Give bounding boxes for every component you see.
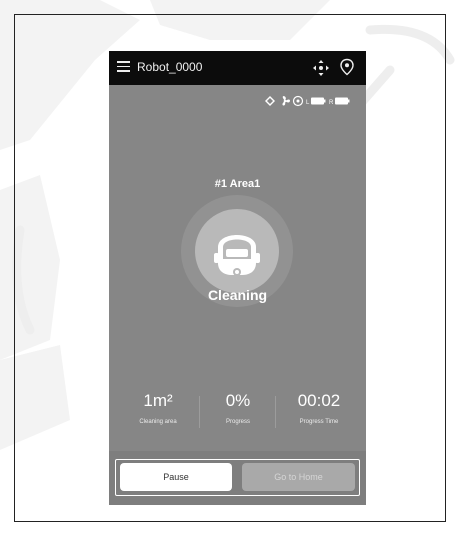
menu-icon[interactable] (117, 61, 130, 72)
battery-left-icon (311, 97, 326, 105)
robot-icon (214, 235, 260, 276)
stat-label: Cleaning area (139, 419, 177, 425)
fan-icon (282, 96, 290, 106)
stat-value: 00:02 (297, 391, 341, 410)
app-bar: Robot_0000 (109, 51, 366, 85)
stat-label: Progress (225, 419, 250, 425)
location-pin-icon[interactable] (339, 58, 355, 76)
battery-right-icon (335, 97, 350, 105)
area-name: #1 Area1 (214, 178, 261, 190)
stat-progress-time: 00:02 Progress Time (276, 390, 362, 425)
status-indicators: L R (264, 95, 359, 109)
cleaning-state: Cleaning (207, 287, 268, 303)
stat-value: 1m² (143, 391, 173, 410)
diamond-icon (265, 96, 275, 106)
battery-right-label: R (329, 100, 334, 106)
move-arrows-icon[interactable] (312, 59, 330, 77)
stat-cleaning-area: 1m² Cleaning area (117, 390, 199, 425)
cleaning-mode-icon (292, 95, 304, 107)
phone-screen: Robot_0000 L R #1 Area1 Cleaning 1m² Cle… (109, 51, 366, 505)
robot-name: Robot_0000 (137, 60, 203, 74)
stat-progress: 0% Progress (200, 390, 276, 425)
stat-value: 0% (225, 391, 251, 410)
stat-label: Progress Time (299, 419, 339, 425)
button-bar: Pause Go to Home (109, 451, 366, 505)
go-to-home-button[interactable]: Go to Home (242, 463, 355, 491)
battery-left-label: L (306, 100, 310, 106)
pause-button[interactable]: Pause (120, 463, 232, 491)
stats-row: 1m² Cleaning area 0% Progress 00:02 Prog… (109, 390, 366, 436)
